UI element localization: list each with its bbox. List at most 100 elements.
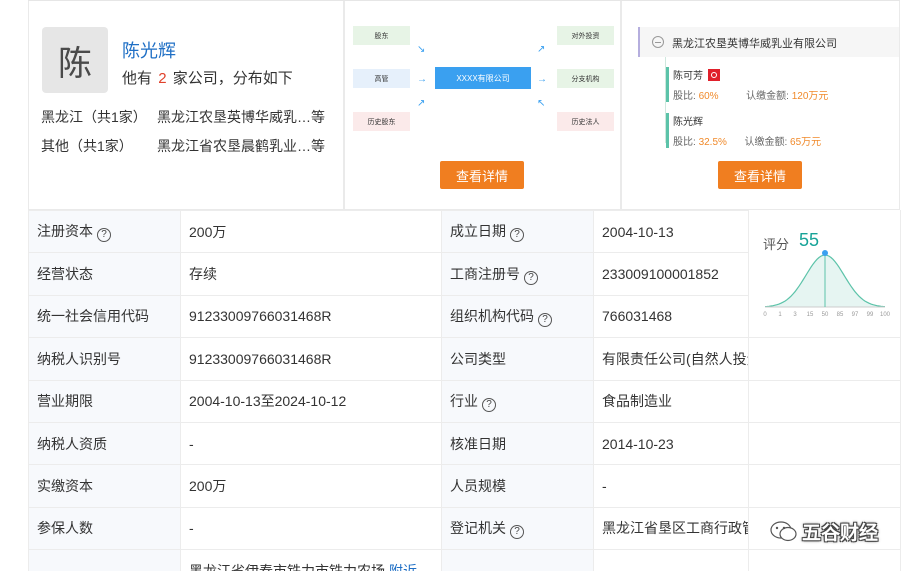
collapse-icon[interactable] [652,36,664,48]
field-label: 人员规模 [441,464,594,508]
watermark: 五谷财经 [770,518,878,545]
diagram-node-investments: 对外投资 [557,26,614,45]
field-value-text: 2004-10-13至2024-10-12 [189,393,347,410]
field-label: 行业? [441,379,594,423]
field-label-text: 实缴资本 [37,478,93,495]
field-value-text: - [189,435,194,452]
structure-diagram-card: 股东 高管 历史股东 ↘ → ↗ XXXX有限公司 ↗ → ↖ 对外投资 分支机… [344,1,621,210]
company-detail-page: 陈 陈光辉 他有 2 家公司，分布如下 黑龙江（共1家） 黑龙江农垦英博华威乳…等… [0,0,915,571]
region-companies: 黑龙江农垦英博华威乳…等 [157,109,325,125]
field-label: 纳税人识别号 [28,337,181,381]
field-value-text: 233009100001852 [602,266,719,283]
score-distribution-chart: 0 1 3 15 50 85 97 99 100 [763,250,891,318]
field-label: 经营状态 [28,252,181,296]
empty-cell [748,549,901,571]
summary-prefix: 他有 [122,70,153,87]
share-ratio: 32.5% [698,137,727,148]
diagram-node-company: XXXX有限公司 [435,67,531,89]
score-tick-label: 85 [837,312,844,318]
field-label [28,549,181,571]
field-label-text: 公司类型 [450,350,506,367]
field-value-text: - [602,478,607,495]
shareholder-company-name: 黑龙江农垦英博华威乳业有限公司 [672,38,837,50]
score-tick-label: 97 [852,312,859,318]
info-row: 纳税人识别号 91233009766031468R 公司类型 有限责任公司(自然人投资… [28,337,901,381]
field-label [441,549,594,571]
company-count: 2 [158,70,167,87]
field-value: 91233009766031468R [180,337,442,381]
field-label: 营业期限 [28,379,181,423]
field-value: - [180,506,442,551]
field-label-text: 成立日期 [450,223,506,240]
score-tick-label: 3 [793,312,797,318]
view-shareholders-button[interactable]: 查看详情 [718,161,802,189]
field-value-text: 91233009766031468R [189,308,332,325]
field-value: 200万 [180,209,442,254]
field-value [593,549,749,571]
region-label: 黑龙江（共1家） [41,109,147,125]
arrow-up-right-icon: ↗ [537,44,546,55]
help-icon[interactable]: ? [524,270,538,285]
help-icon[interactable]: ? [482,397,496,412]
field-label-text: 核准日期 [450,435,506,452]
empty-cell [748,337,901,381]
watermark-text: 五谷财经 [802,523,879,544]
field-value-text: 91233009766031468R [189,350,332,367]
field-label: 公司类型 [441,337,594,381]
help-icon[interactable]: ? [510,228,524,243]
avatar: 陈 [42,27,108,93]
empty-cell [748,421,901,466]
field-value: 黑龙江省伊春市铁力市铁力农场 附近 [180,549,442,571]
subscribed-amount: 120万元 [791,91,829,102]
info-row: 营业期限 2004-10-13至2024-10-12 行业? 食品制造业 [28,379,901,423]
arrow-right-icon: → [417,74,427,85]
field-value: 食品制造业 [593,379,749,423]
score-tick-label: 15 [807,312,814,318]
field-value-text: - [189,520,194,537]
shareholder-detail: 股比: 60% 认缴金额: 120万元 [673,91,829,102]
view-structure-button[interactable]: 查看详情 [440,161,524,189]
legal-person-card: 陈 陈光辉 他有 2 家公司，分布如下 黑龙江（共1家） 黑龙江农垦英博华威乳…等… [28,1,344,210]
wechat-icon [770,520,797,541]
help-icon[interactable]: ? [510,524,524,539]
field-value-text: 766031468 [602,308,673,325]
field-label-text: 纳税人资质 [37,435,107,452]
score-tick-label: 50 [822,312,829,318]
empty-cell [748,379,901,423]
field-value: 2004-10-13至2024-10-12 [180,379,442,423]
info-row: 黑龙江省伊春市铁力市铁力农场 附近 [28,549,901,571]
field-value-text: 2004-10-13 [602,223,674,240]
field-value: 存续 [180,252,442,296]
field-label-text: 营业期限 [37,393,93,410]
help-icon[interactable]: ? [97,228,111,243]
shareholder-item[interactable]: 陈可芳 股比: 60% 认缴金额: 120万元 [666,67,886,102]
field-label-text: 工商注册号 [450,265,520,282]
field-label: 组织机构代码? [441,294,594,339]
field-value: 黑龙江省垦区工商行政管理局红兴 [593,506,749,551]
empty-cell [748,464,901,508]
field-value: 有限责任公司(自然人投资或控股) [593,337,749,381]
shareholder-company-header[interactable]: 黑龙江农垦英博华威乳业有限公司 [638,27,899,57]
field-label-text: 经营状态 [37,266,93,283]
field-label-text: 登记机关 [450,519,506,536]
field-label-text: 参保人数 [37,520,93,537]
region-label: 其他（共1家） [41,138,133,154]
region-companies: 黑龙江省农垦晨鹤乳业…等 [157,138,325,154]
region-row[interactable]: 黑龙江（共1家） 黑龙江农垦英博华威乳…等 [41,107,325,127]
person-name-link[interactable]: 陈光辉 [122,37,176,63]
field-value-text: 200万 [189,223,227,240]
field-value-text: 黑龙江省垦区工商行政管理局红兴 [602,520,748,537]
shareholder-item[interactable]: 陈光辉 股比: 32.5% 认缴金额: 65万元 [666,113,886,148]
region-row[interactable]: 其他（共1家） 黑龙江省农垦晨鹤乳业…等 [41,136,325,156]
nearby-link[interactable]: 附近 [389,563,417,571]
controller-tag-icon [708,68,720,81]
summary-suffix: 家公司，分布如下 [172,70,293,87]
field-value: 91233009766031468R [180,294,442,339]
field-value-text: 食品制造业 [602,393,672,410]
field-label: 核准日期 [441,421,594,466]
help-icon[interactable]: ? [538,312,552,327]
info-row: 纳税人资质 - 核准日期 2014-10-23 [28,421,901,466]
arrow-right-icon: → [537,74,547,85]
shareholder-name: 陈光辉 [673,117,703,128]
diagram-node-executives: 高管 [353,69,410,88]
